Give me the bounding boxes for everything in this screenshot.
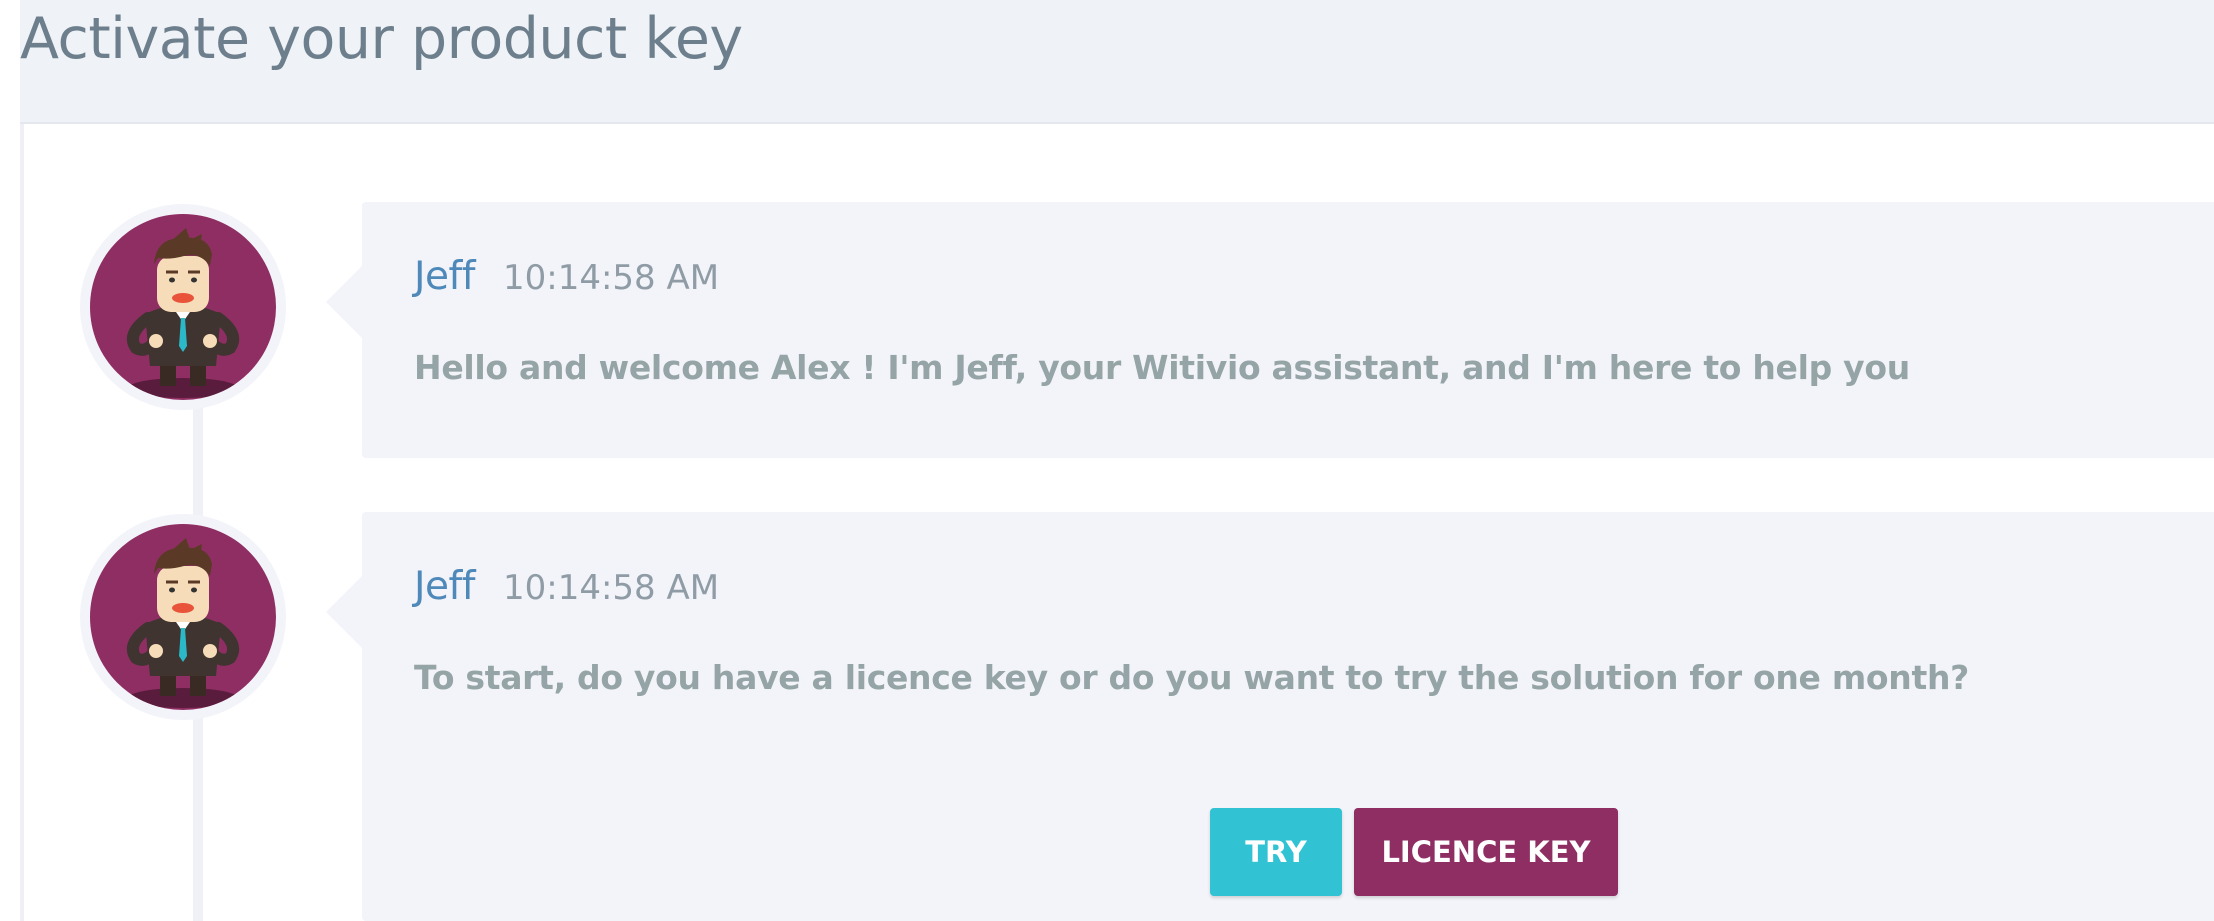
message-text: Hello and welcome Alex ! I'm Jeff, your … xyxy=(414,348,1910,387)
message-header: Jeff 10:14:58 AM xyxy=(414,254,719,299)
avatar-icon xyxy=(90,524,276,710)
licence-key-button[interactable]: LICENCE KEY xyxy=(1354,808,1618,896)
chat-timeline: Jeff 10:14:58 AM Hello and welcome Alex !… xyxy=(20,124,2214,921)
message-author: Jeff xyxy=(414,564,475,609)
message-timestamp: 10:14:58 AM xyxy=(502,258,720,298)
try-button[interactable]: TRY xyxy=(1210,808,1342,896)
avatar-icon xyxy=(90,214,276,400)
page-title: Activate your product key xyxy=(20,6,743,72)
page-header: Activate your product key xyxy=(20,0,2214,124)
message-author: Jeff xyxy=(414,254,475,299)
message-timestamp: 10:14:58 AM xyxy=(502,568,720,608)
message-header: Jeff 10:14:58 AM xyxy=(414,564,719,609)
bubble-arrow xyxy=(326,576,362,648)
message-bubble: Jeff 10:14:58 AM Hello and welcome Alex !… xyxy=(326,202,2214,458)
assistant-avatar xyxy=(80,204,286,410)
message-bubble: Jeff 10:14:58 AM To start, do you have a … xyxy=(326,512,2214,921)
bubble-arrow xyxy=(326,266,362,338)
page: Activate your product key Jeff 10:14:58 … xyxy=(0,0,2214,921)
assistant-avatar xyxy=(80,514,286,720)
message-text: To start, do you have a licence key or d… xyxy=(414,658,1969,697)
